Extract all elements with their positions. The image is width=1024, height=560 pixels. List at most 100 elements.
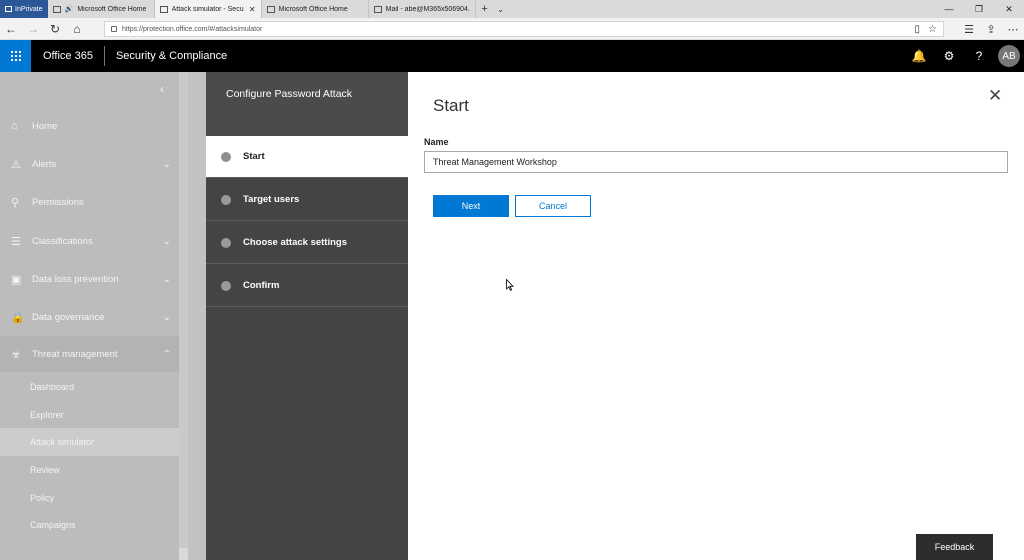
name-input[interactable] <box>424 151 1008 173</box>
step-dot-icon <box>221 151 231 162</box>
chevron-down-icon: ⌄ <box>162 273 171 285</box>
wizard-header <box>206 72 408 136</box>
close-window-icon[interactable]: ✕ <box>994 0 1024 18</box>
avatar[interactable]: AB <box>998 45 1020 67</box>
nav-item-label: Alerts <box>32 158 57 170</box>
page-title: Start <box>433 96 469 115</box>
app-launcher-icon[interactable] <box>0 40 31 72</box>
nav-subitem-label: Explorer <box>30 410 64 420</box>
more-icon[interactable]: ⋯ <box>1002 23 1024 36</box>
page-icon <box>266 5 275 13</box>
nav-scrollbar-track <box>179 548 188 560</box>
tab-label: Mail - abe@M365x506904.c <box>385 5 470 13</box>
page-icon <box>373 5 382 13</box>
nav-item-permissions[interactable]: ⚲ Permissions <box>0 184 179 220</box>
nav-subitem-dashboard[interactable]: Dashboard <box>0 373 179 401</box>
nav-subitem-review[interactable]: Review <box>0 456 179 484</box>
nav-item-label: Threat management <box>32 348 118 360</box>
wizard-content: Start ✕ Name Next Cancel <box>408 72 1024 560</box>
biohazard-icon: ☣ <box>11 348 21 361</box>
inprivate-icon <box>5 6 12 12</box>
overlay-backdrop <box>188 72 206 560</box>
step-dot-icon <box>221 194 231 205</box>
permissions-icon: ⚲ <box>11 196 20 209</box>
minimize-icon[interactable]: — <box>934 0 964 18</box>
feedback-button[interactable]: Feedback <box>916 534 993 560</box>
page-icon <box>159 5 168 13</box>
screen: InPrivate 🔊 Microsoft Office Home Attack… <box>0 0 1024 560</box>
nav-subitem-campaigns[interactable]: Campaigns <box>0 511 179 539</box>
restore-icon[interactable]: ❐ <box>964 0 994 18</box>
browser-toolbar-right: ☰ ⇪ ⋯ <box>958 18 1024 40</box>
next-button[interactable]: Next <box>433 195 509 217</box>
tab-list-chevron-icon[interactable]: ⌄ <box>494 0 508 18</box>
address-bar-row: ← → ↻ ⌂ https://protection.office.com/#/… <box>0 18 1024 40</box>
chevron-down-icon: ⌄ <box>162 158 171 170</box>
reading-view-icon[interactable]: ▯ <box>915 24 921 35</box>
nav-scrollbar[interactable] <box>179 72 188 548</box>
url-text: https://protection.office.com/#/attacksi… <box>122 25 263 33</box>
favorites-hub-icon[interactable]: ☰ <box>958 23 980 36</box>
mouse-cursor-icon <box>506 279 514 291</box>
favorite-star-icon[interactable]: ☆ <box>928 24 937 35</box>
app-name[interactable]: Security & Compliance <box>105 50 227 62</box>
home-browser-icon[interactable]: ⌂ <box>66 18 88 40</box>
nav-subitem-label: Attack simulator <box>30 437 95 447</box>
cancel-button[interactable]: Cancel <box>515 195 591 217</box>
left-nav: ‹ ⌂ Home ⚠ Alerts ⌄ ⚲ Permissions ☰ Clas… <box>0 72 179 560</box>
wizard-step-label: Start <box>243 151 265 162</box>
header-actions: 🔔 ⚙ ? AB <box>904 40 1024 72</box>
nav-subitem-policy[interactable]: Policy <box>0 484 179 512</box>
browser-tab-1[interactable]: Attack simulator - Secu ✕ <box>154 0 262 18</box>
nav-item-classifications[interactable]: ☰ Classifications ⌄ <box>0 223 179 259</box>
name-label: Name <box>424 137 449 147</box>
wizard-step-target-users[interactable]: Target users <box>206 179 408 221</box>
wizard-step-choose-attack-settings[interactable]: Choose attack settings <box>206 222 408 264</box>
refresh-icon[interactable]: ↻ <box>44 18 66 40</box>
nav-item-home[interactable]: ⌂ Home <box>0 108 179 144</box>
collapse-nav-icon[interactable]: ‹ <box>160 82 164 96</box>
step-dot-icon <box>221 280 231 291</box>
nav-item-alerts[interactable]: ⚠ Alerts ⌄ <box>0 146 179 182</box>
share-icon[interactable]: ⇪ <box>980 23 1002 36</box>
window-controls: — ❐ ✕ <box>934 0 1024 18</box>
wizard-step-start[interactable]: Start <box>206 136 408 178</box>
bell-icon[interactable]: 🔔 <box>904 49 934 63</box>
tab-label: Microsoft Office Home <box>278 5 348 13</box>
nav-item-threat-management[interactable]: ☣ Threat management ⌃ <box>0 336 179 372</box>
nav-subitem-label: Review <box>30 465 60 475</box>
browser-tab-bar: InPrivate 🔊 Microsoft Office Home Attack… <box>0 0 1024 18</box>
speaker-icon[interactable]: 🔊 <box>65 5 74 13</box>
close-icon[interactable]: ✕ <box>988 86 1002 106</box>
brand-link[interactable]: Office 365 <box>31 50 104 62</box>
wizard-step-confirm[interactable]: Confirm <box>206 265 408 307</box>
forward-icon[interactable]: → <box>22 18 44 40</box>
nav-subitem-label: Dashboard <box>30 382 75 392</box>
classifications-icon: ☰ <box>11 235 21 248</box>
help-icon[interactable]: ? <box>964 49 994 63</box>
wizard-step-label: Target users <box>243 194 300 205</box>
chevron-down-icon: ⌄ <box>162 311 171 323</box>
url-field[interactable]: https://protection.office.com/#/attacksi… <box>104 21 944 37</box>
page-icon <box>52 5 61 13</box>
back-icon[interactable]: ← <box>0 18 22 40</box>
wizard-step-label: Confirm <box>243 280 280 291</box>
nav-subitem-explorer[interactable]: Explorer <box>0 401 179 429</box>
nav-subitem-attack-simulator[interactable]: Attack simulator <box>0 428 179 456</box>
step-dot-icon <box>221 237 231 248</box>
wizard-title: Configure Password Attack <box>226 88 353 100</box>
wizard-steps-panel: Configure Password Attack Start Target u… <box>206 72 408 560</box>
browser-tab-0[interactable]: 🔊 Microsoft Office Home <box>48 0 155 18</box>
close-tab-icon[interactable]: ✕ <box>249 5 256 14</box>
nav-item-label: Home <box>32 120 58 132</box>
nav-subitem-label: Campaigns <box>30 520 76 530</box>
browser-tab-3[interactable]: Mail - abe@M365x506904.c <box>369 0 476 18</box>
nav-item-data-governance[interactable]: 🔒 Data governance ⌄ <box>0 299 179 335</box>
nav-item-label: Data loss prevention <box>32 273 119 285</box>
gear-icon[interactable]: ⚙ <box>934 49 964 63</box>
home-icon: ⌂ <box>11 120 18 132</box>
new-tab-button[interactable]: + <box>476 0 494 18</box>
nav-item-data-loss-prevention[interactable]: ▣ Data loss prevention ⌄ <box>0 261 179 297</box>
browser-tab-2[interactable]: Microsoft Office Home <box>262 0 369 18</box>
url-actions: ▯ ☆ <box>915 24 943 35</box>
